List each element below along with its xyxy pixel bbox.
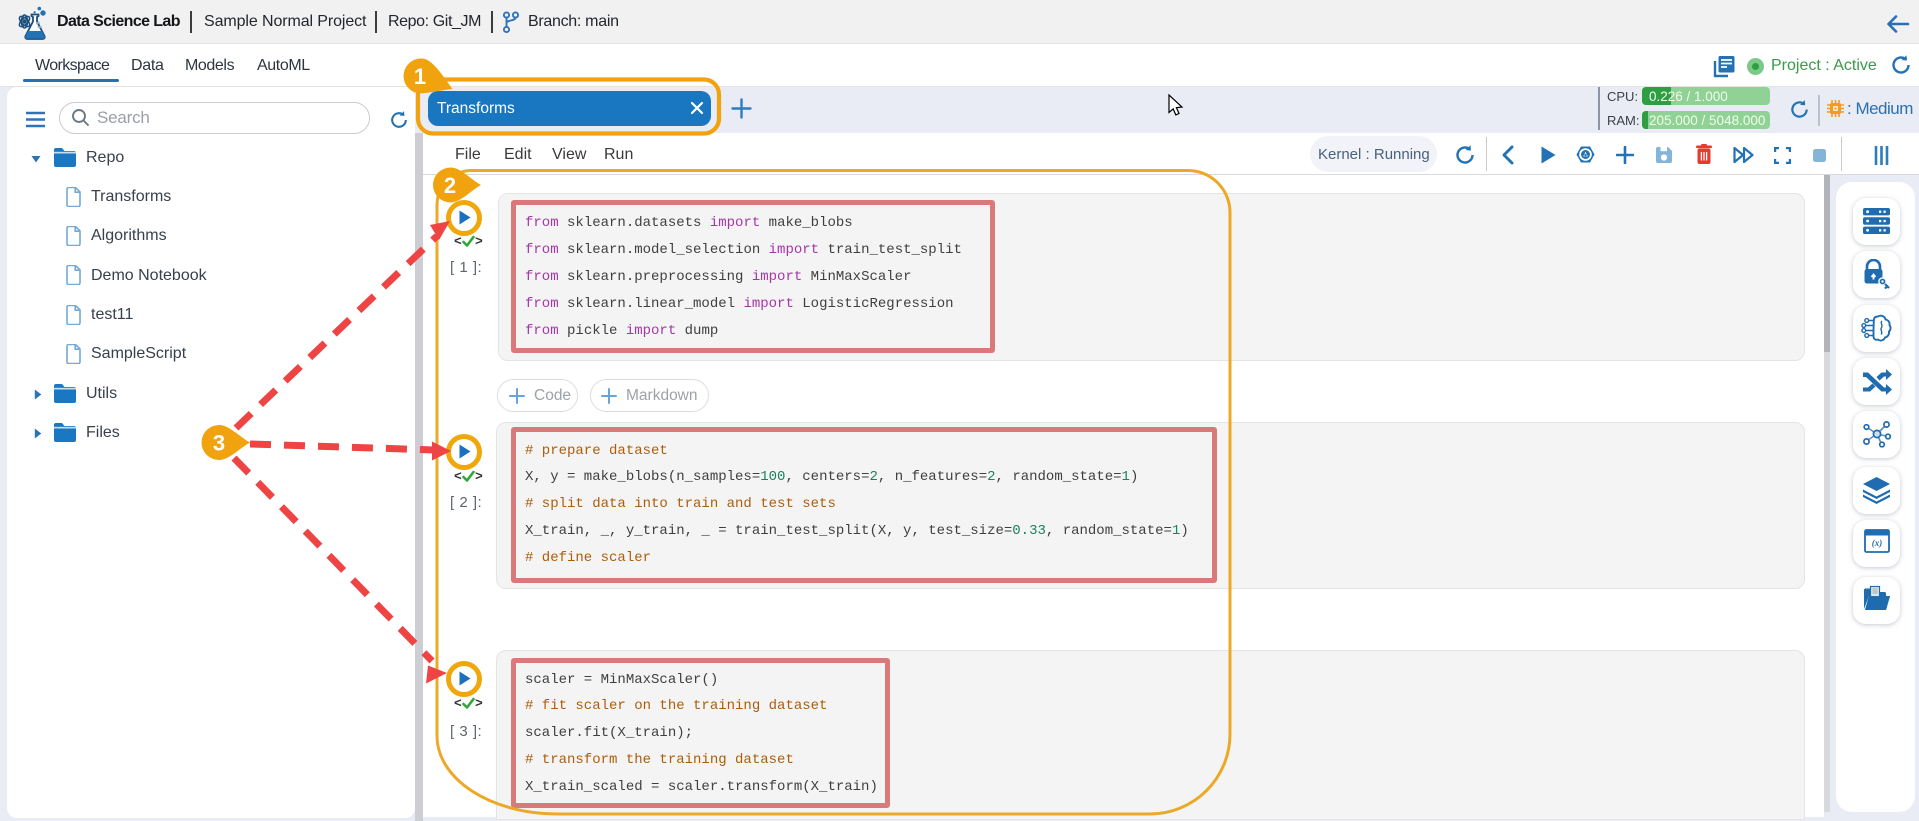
- svg-text:(x): (x): [1872, 538, 1883, 548]
